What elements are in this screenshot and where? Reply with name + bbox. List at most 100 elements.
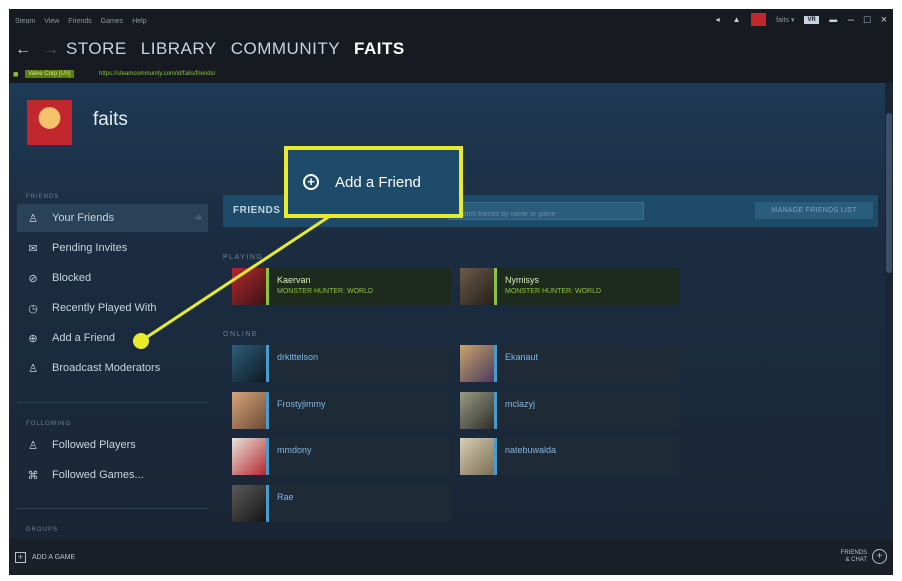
friend-name: drkittelson [277, 352, 319, 362]
friends-chat-label-1: FRIENDS [840, 549, 867, 556]
sidebar-item-label: Blocked [52, 272, 92, 284]
steam-window: Steam View Friends Games Help ◂ ▲ faits … [9, 9, 893, 575]
maximize-icon[interactable]: □ [864, 14, 871, 26]
menu-help[interactable]: Help [132, 18, 146, 25]
friends-section-label: FRIENDS [26, 194, 60, 200]
sidebar-item-label: Broadcast Moderators [52, 362, 161, 374]
menu-steam[interactable]: Steam [15, 18, 35, 25]
sidebar-item-recently-played[interactable]: ◷ Recently Played With [17, 294, 208, 322]
sidebar-item-add-friend[interactable]: ⊕ Add a Friend [17, 324, 208, 352]
friend-game: MONSTER HUNTER: WORLD [505, 288, 602, 295]
broadcast-icon[interactable]: ◂ [713, 15, 722, 24]
add-game-button[interactable]: + ADD A GAME [15, 552, 75, 563]
friend-name: Kaervan [277, 275, 311, 285]
friend-avatar [232, 438, 269, 475]
add-game-label: ADD A GAME [32, 554, 76, 561]
tab-store[interactable]: STORE [66, 39, 127, 59]
search-input[interactable] [450, 206, 643, 223]
person-icon: ♙ [28, 362, 38, 375]
friend-avatar [460, 438, 497, 475]
tab-profile[interactable]: FAITS [354, 39, 405, 59]
plus-circle-icon: + [303, 174, 319, 190]
friends-chat-button[interactable]: FRIENDS & CHAT + [841, 549, 887, 564]
scrollbar-thumb[interactable] [886, 113, 892, 273]
menu-games[interactable]: Games [101, 18, 124, 25]
friend-name: natebuwalda [505, 445, 557, 455]
plus-circle-icon: + [872, 549, 887, 564]
sidebar-item-followed-games[interactable]: ⌘ Followed Games... [17, 461, 208, 489]
blocked-icon: ⊘ [28, 272, 38, 285]
scrollbar[interactable] [885, 83, 893, 539]
account-menu[interactable]: faits ▾ [776, 16, 794, 24]
friend-name: mmdony [277, 445, 312, 455]
sidebar-item-broadcast-moderators[interactable]: ♙ Broadcast Moderators [17, 354, 208, 382]
sidebar-item-followed-players[interactable]: ♙ Followed Players [17, 431, 208, 459]
close-icon[interactable]: × [881, 14, 887, 26]
friend-avatar [232, 345, 269, 382]
friend-card[interactable]: mclazyj [460, 392, 679, 429]
gamepad-icon: ⌘ [27, 469, 39, 482]
back-arrow-icon[interactable]: ← [15, 41, 31, 59]
friend-card[interactable]: Nymisys MONSTER HUNTER: WORLD [460, 268, 679, 305]
forward-arrow-icon[interactable]: → [43, 41, 59, 59]
sidebar-item-label: Add a Friend [52, 332, 115, 344]
friend-avatar [232, 485, 269, 522]
person-plus-icon: ♙ [28, 439, 38, 452]
sidebar-item-label: Recently Played With [52, 302, 157, 314]
notification-icon[interactable]: ▲ [732, 15, 741, 24]
friend-card[interactable]: Frostyjimmy [232, 392, 451, 429]
friend-card[interactable]: drkittelson [232, 345, 451, 382]
manage-friends-button[interactable]: MANAGE FRIENDS LIST [755, 202, 873, 219]
nav-bar: ← → STORE LIBRARY COMMUNITY FAITS [9, 35, 893, 65]
profile-avatar[interactable] [27, 100, 72, 145]
friend-card[interactable]: mmdony [232, 438, 451, 475]
friend-avatar [460, 345, 497, 382]
friend-avatar [232, 268, 269, 305]
friend-name: mclazyj [505, 399, 536, 409]
url-bar: ■ Valve Corp [US] https://steamcommunity… [9, 67, 893, 83]
sidebar-item-label: Your Friends [52, 212, 114, 224]
friend-avatar [460, 392, 497, 429]
friend-name: Ekanaut [505, 352, 539, 362]
friend-count: 4k [194, 214, 202, 222]
friends-header: FRIENDS [233, 205, 281, 216]
sidebar-item-label: Followed Players [52, 439, 136, 451]
friend-name: Nymisys [505, 275, 539, 285]
menu-bar: Steam View Friends Games Help ◂ ▲ faits … [9, 9, 893, 33]
tab-community[interactable]: COMMUNITY [231, 39, 340, 59]
sidebar-divider [17, 402, 208, 403]
playing-group-label: PLAYING [223, 254, 264, 261]
plus-icon: + [15, 552, 26, 563]
bottom-bar: + ADD A GAME FRIENDS & CHAT + [9, 539, 893, 575]
friend-card[interactable]: natebuwalda [460, 438, 679, 475]
sidebar-item-label: Followed Games... [52, 469, 144, 481]
friend-game: MONSTER HUNTER: WORLD [277, 288, 374, 295]
following-section-label: FOLLOWING [26, 421, 72, 427]
tab-library[interactable]: LIBRARY [141, 39, 217, 59]
menu-friends[interactable]: Friends [68, 18, 91, 25]
add-friend-callout[interactable]: + Add a Friend [284, 146, 463, 218]
clock-icon: ◷ [28, 302, 38, 315]
sidebar-item-your-friends[interactable]: ♙ Your Friends 4k [17, 204, 208, 232]
friend-name: Frostyjimmy [277, 399, 326, 409]
friends-chat-label-2: & CHAT [845, 556, 867, 563]
minimize-icon[interactable]: – [848, 14, 854, 26]
person-icon: ♙ [28, 212, 38, 225]
friend-card[interactable]: Kaervan MONSTER HUNTER: WORLD [232, 268, 451, 305]
friend-name: Rae [277, 492, 294, 502]
lock-icon: ■ [13, 69, 19, 79]
search-box[interactable] [449, 202, 644, 223]
sidebar-item-blocked[interactable]: ⊘ Blocked [17, 264, 208, 292]
url-text[interactable]: https://steamcommunity.com/id/faits/frie… [99, 71, 215, 77]
menu-view[interactable]: View [44, 18, 59, 25]
sidebar-item-label: Pending Invites [52, 242, 128, 254]
envelope-icon: ✉ [28, 242, 38, 255]
friend-card[interactable]: Ekanaut [460, 345, 679, 382]
friend-card[interactable]: Rae [232, 485, 451, 522]
account-avatar[interactable] [751, 13, 767, 26]
sidebar-item-pending-invites[interactable]: ✉ Pending Invites [17, 234, 208, 262]
profile-name[interactable]: faits [93, 109, 128, 131]
vr-button[interactable]: VR [804, 15, 819, 24]
big-picture-icon[interactable]: ▬ [829, 15, 838, 24]
groups-section-label: GROUPS [26, 527, 59, 533]
